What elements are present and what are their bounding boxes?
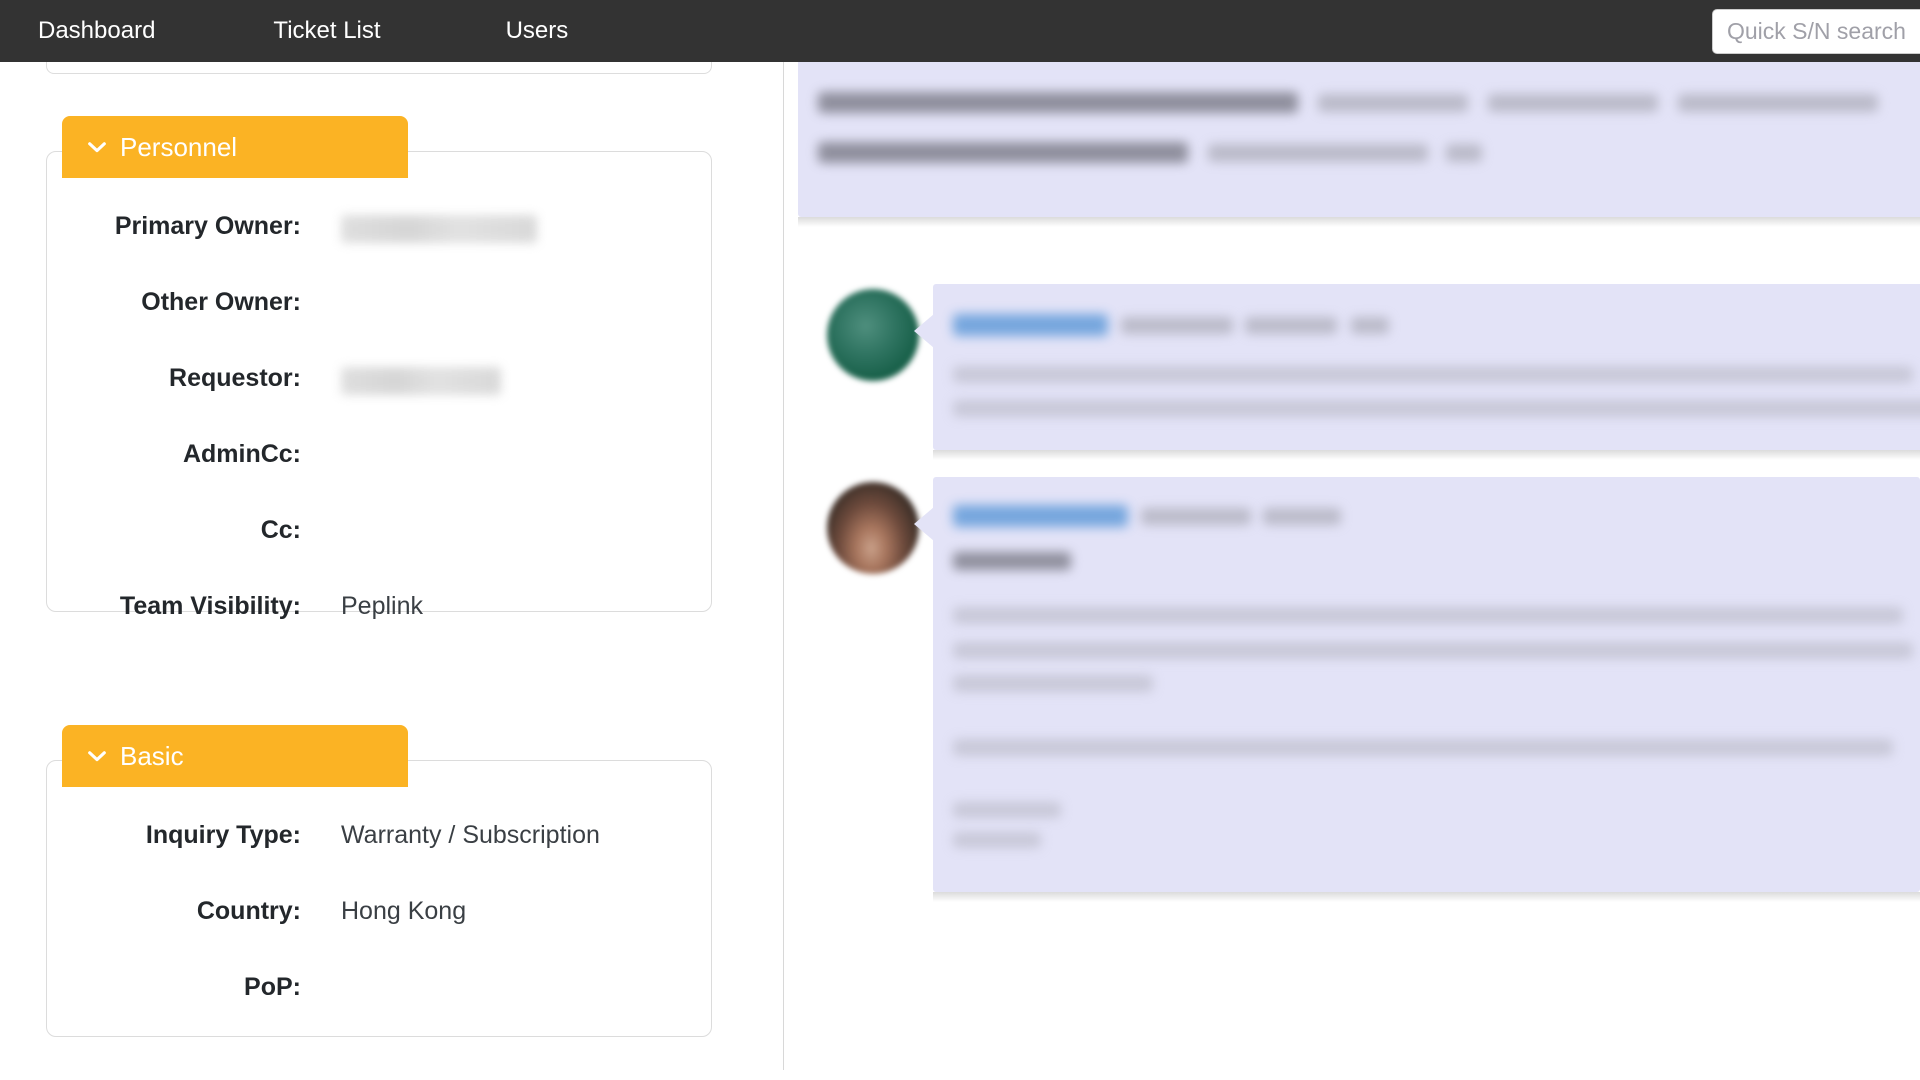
section-header-personnel[interactable]: Personnel [62,116,408,178]
field-row-admincc: AdminCc: [47,440,711,516]
field-row-cc: Cc: [47,516,711,592]
message-redacted-line [1446,144,1482,162]
avatar-green[interactable] [827,289,919,381]
field-list-basic: Inquiry Type: Warranty / Subscription Co… [47,821,711,1049]
field-value-requestor [341,367,501,395]
section-title-personnel: Personnel [120,132,238,162]
section-card-personnel: Primary Owner: Other Owner: Requestor: A… [46,151,712,620]
message-bubble-tail [914,507,934,541]
message-redacted-line [818,142,1188,163]
field-label-team-visibility: Team Visibility: [119,592,301,620]
message-author-redacted[interactable] [953,505,1128,527]
field-value-team-visibility: Peplink [341,592,423,620]
message-bubble[interactable] [914,477,1920,892]
conversation-message-second [784,284,1920,474]
field-row-team-visibility: Team Visibility: Peplink [47,592,711,668]
message-meta-redacted [1263,508,1341,525]
message-redacted-line [818,92,1298,113]
section-title-basic: Basic [120,741,184,771]
nav-link-dashboard[interactable]: Dashboard [38,19,155,43]
message-redacted-line [1208,144,1428,162]
message-redacted-line [953,642,1913,659]
message-bubble-shadow [933,892,1920,902]
conversation-message-third [784,477,1920,912]
field-value-country: Hong Kong [341,897,467,925]
field-label-requestor: Requestor: [169,364,301,392]
field-row-country: Country: Hong Kong [47,897,711,973]
message-meta-redacted [1141,508,1251,525]
field-label-country: Country: [196,897,301,925]
section-card-basic: Inquiry Type: Warranty / Subscription Co… [46,760,712,1037]
section-header-basic[interactable]: Basic [62,725,408,787]
field-label-other-owner: Other Owner: [141,288,301,316]
field-label-admincc: AdminCc: [182,440,301,468]
message-bubble[interactable] [914,284,1920,450]
field-row-requestor: Requestor: [47,364,711,440]
nav-link-ticket-list[interactable]: Ticket List [273,19,380,43]
field-row-inquiry-type: Inquiry Type: Warranty / Subscription [47,821,711,897]
message-redacted-line [953,366,1913,383]
field-row-other-owner: Other Owner: [47,288,711,364]
message-meta-redacted [1121,317,1233,334]
message-redacted-line [953,739,1893,756]
ticket-detail-sidebar: Personnel Primary Owner: Other Owner: Re… [0,2,783,1080]
message-redacted-line [1678,94,1878,112]
field-label-cc: Cc: [260,516,301,544]
page-body: Personnel Primary Owner: Other Owner: Re… [0,2,1920,1080]
message-meta-redacted [1351,317,1389,334]
field-label-pop: PoP: [244,973,301,1001]
message-redacted-line [953,400,1920,417]
chevron-down-icon [88,142,106,153]
message-bubble-shadow [798,217,1920,227]
quick-search-container [1712,9,1920,54]
field-list-personnel: Primary Owner: Other Owner: Requestor: A… [47,212,711,668]
message-author-redacted[interactable] [953,314,1108,336]
avatar-photo[interactable] [827,482,919,574]
message-redacted-line [953,832,1041,848]
message-redacted-line [1318,94,1468,112]
message-bubble-tail [914,314,934,348]
message-bubble[interactable] [798,62,1920,217]
message-bubble-shadow [933,450,1920,460]
conversation-message-top [798,62,1920,227]
nav-link-users[interactable]: Users [506,19,569,43]
message-redacted-line [953,552,1071,570]
top-navigation-bar: Dashboard Ticket List Users [0,0,1920,62]
message-redacted-line [953,802,1061,818]
message-redacted-line [953,675,1153,692]
nav-links: Dashboard Ticket List Users [0,19,568,43]
field-value-inquiry-type: Warranty / Subscription [341,821,600,849]
quick-sn-search-input[interactable] [1712,9,1920,54]
chevron-down-icon [88,751,106,762]
message-redacted-line [953,607,1903,624]
field-label-inquiry-type: Inquiry Type: [145,821,301,849]
message-meta-redacted [1245,317,1337,334]
field-label-primary-owner: Primary Owner: [114,212,301,240]
field-row-primary-owner: Primary Owner: [47,212,711,288]
field-value-primary-owner [341,215,537,243]
field-row-pop: PoP: [47,973,711,1049]
message-redacted-line [1488,94,1658,112]
conversation-panel [784,62,1920,1080]
